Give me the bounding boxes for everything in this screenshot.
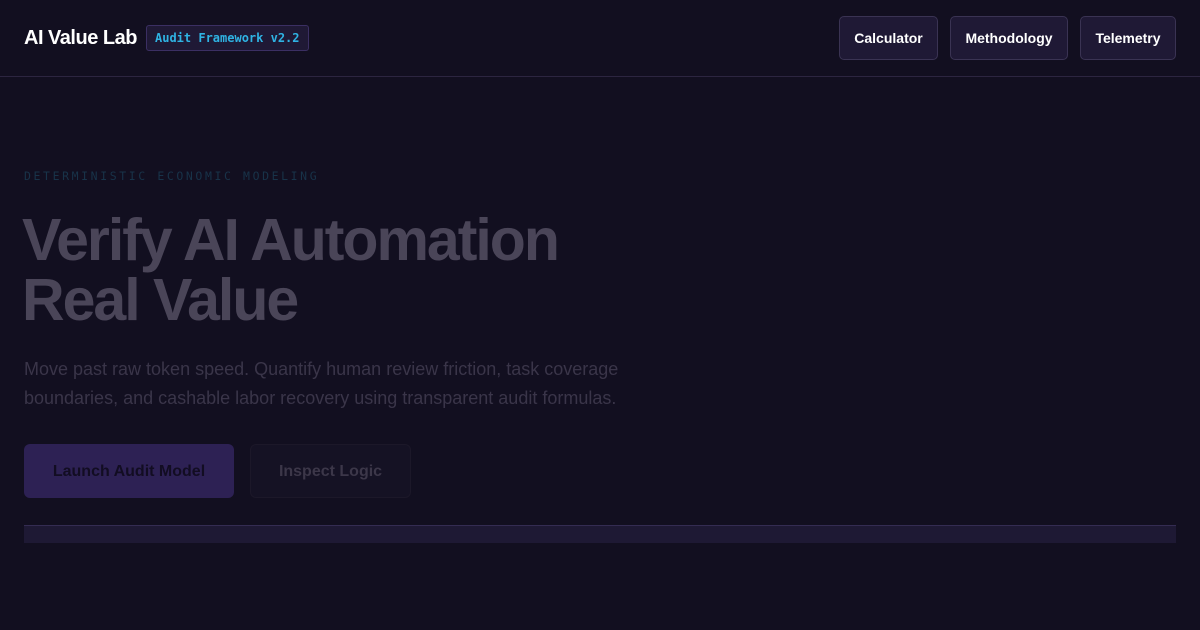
nav-methodology-button[interactable]: Methodology [950,16,1068,60]
hero-headline-line-1: Verify AI Automation [22,207,560,273]
top-navigation-bar: AI Value Lab Audit Framework v2.2 Calcul… [0,0,1200,77]
framework-version-badge: Audit Framework v2.2 [146,25,309,51]
inspect-logic-button[interactable]: Inspect Logic [250,444,411,498]
brand-logo-text[interactable]: AI Value Lab [24,26,137,50]
nav-telemetry-button[interactable]: Telemetry [1080,16,1176,60]
hero-eyebrow: DETERMINISTIC ECONOMIC MODELING [24,169,320,183]
launch-audit-model-button[interactable]: Launch Audit Model [24,444,234,498]
content-panel-top-edge [24,525,1176,543]
nav-calculator-button[interactable]: Calculator [839,16,938,60]
hero-description: Move past raw token speed. Quantify huma… [24,359,619,408]
hero-headline-line-2: Real Value [22,267,299,333]
hero-headline: Verify AI Automation Real Value [22,210,722,330]
